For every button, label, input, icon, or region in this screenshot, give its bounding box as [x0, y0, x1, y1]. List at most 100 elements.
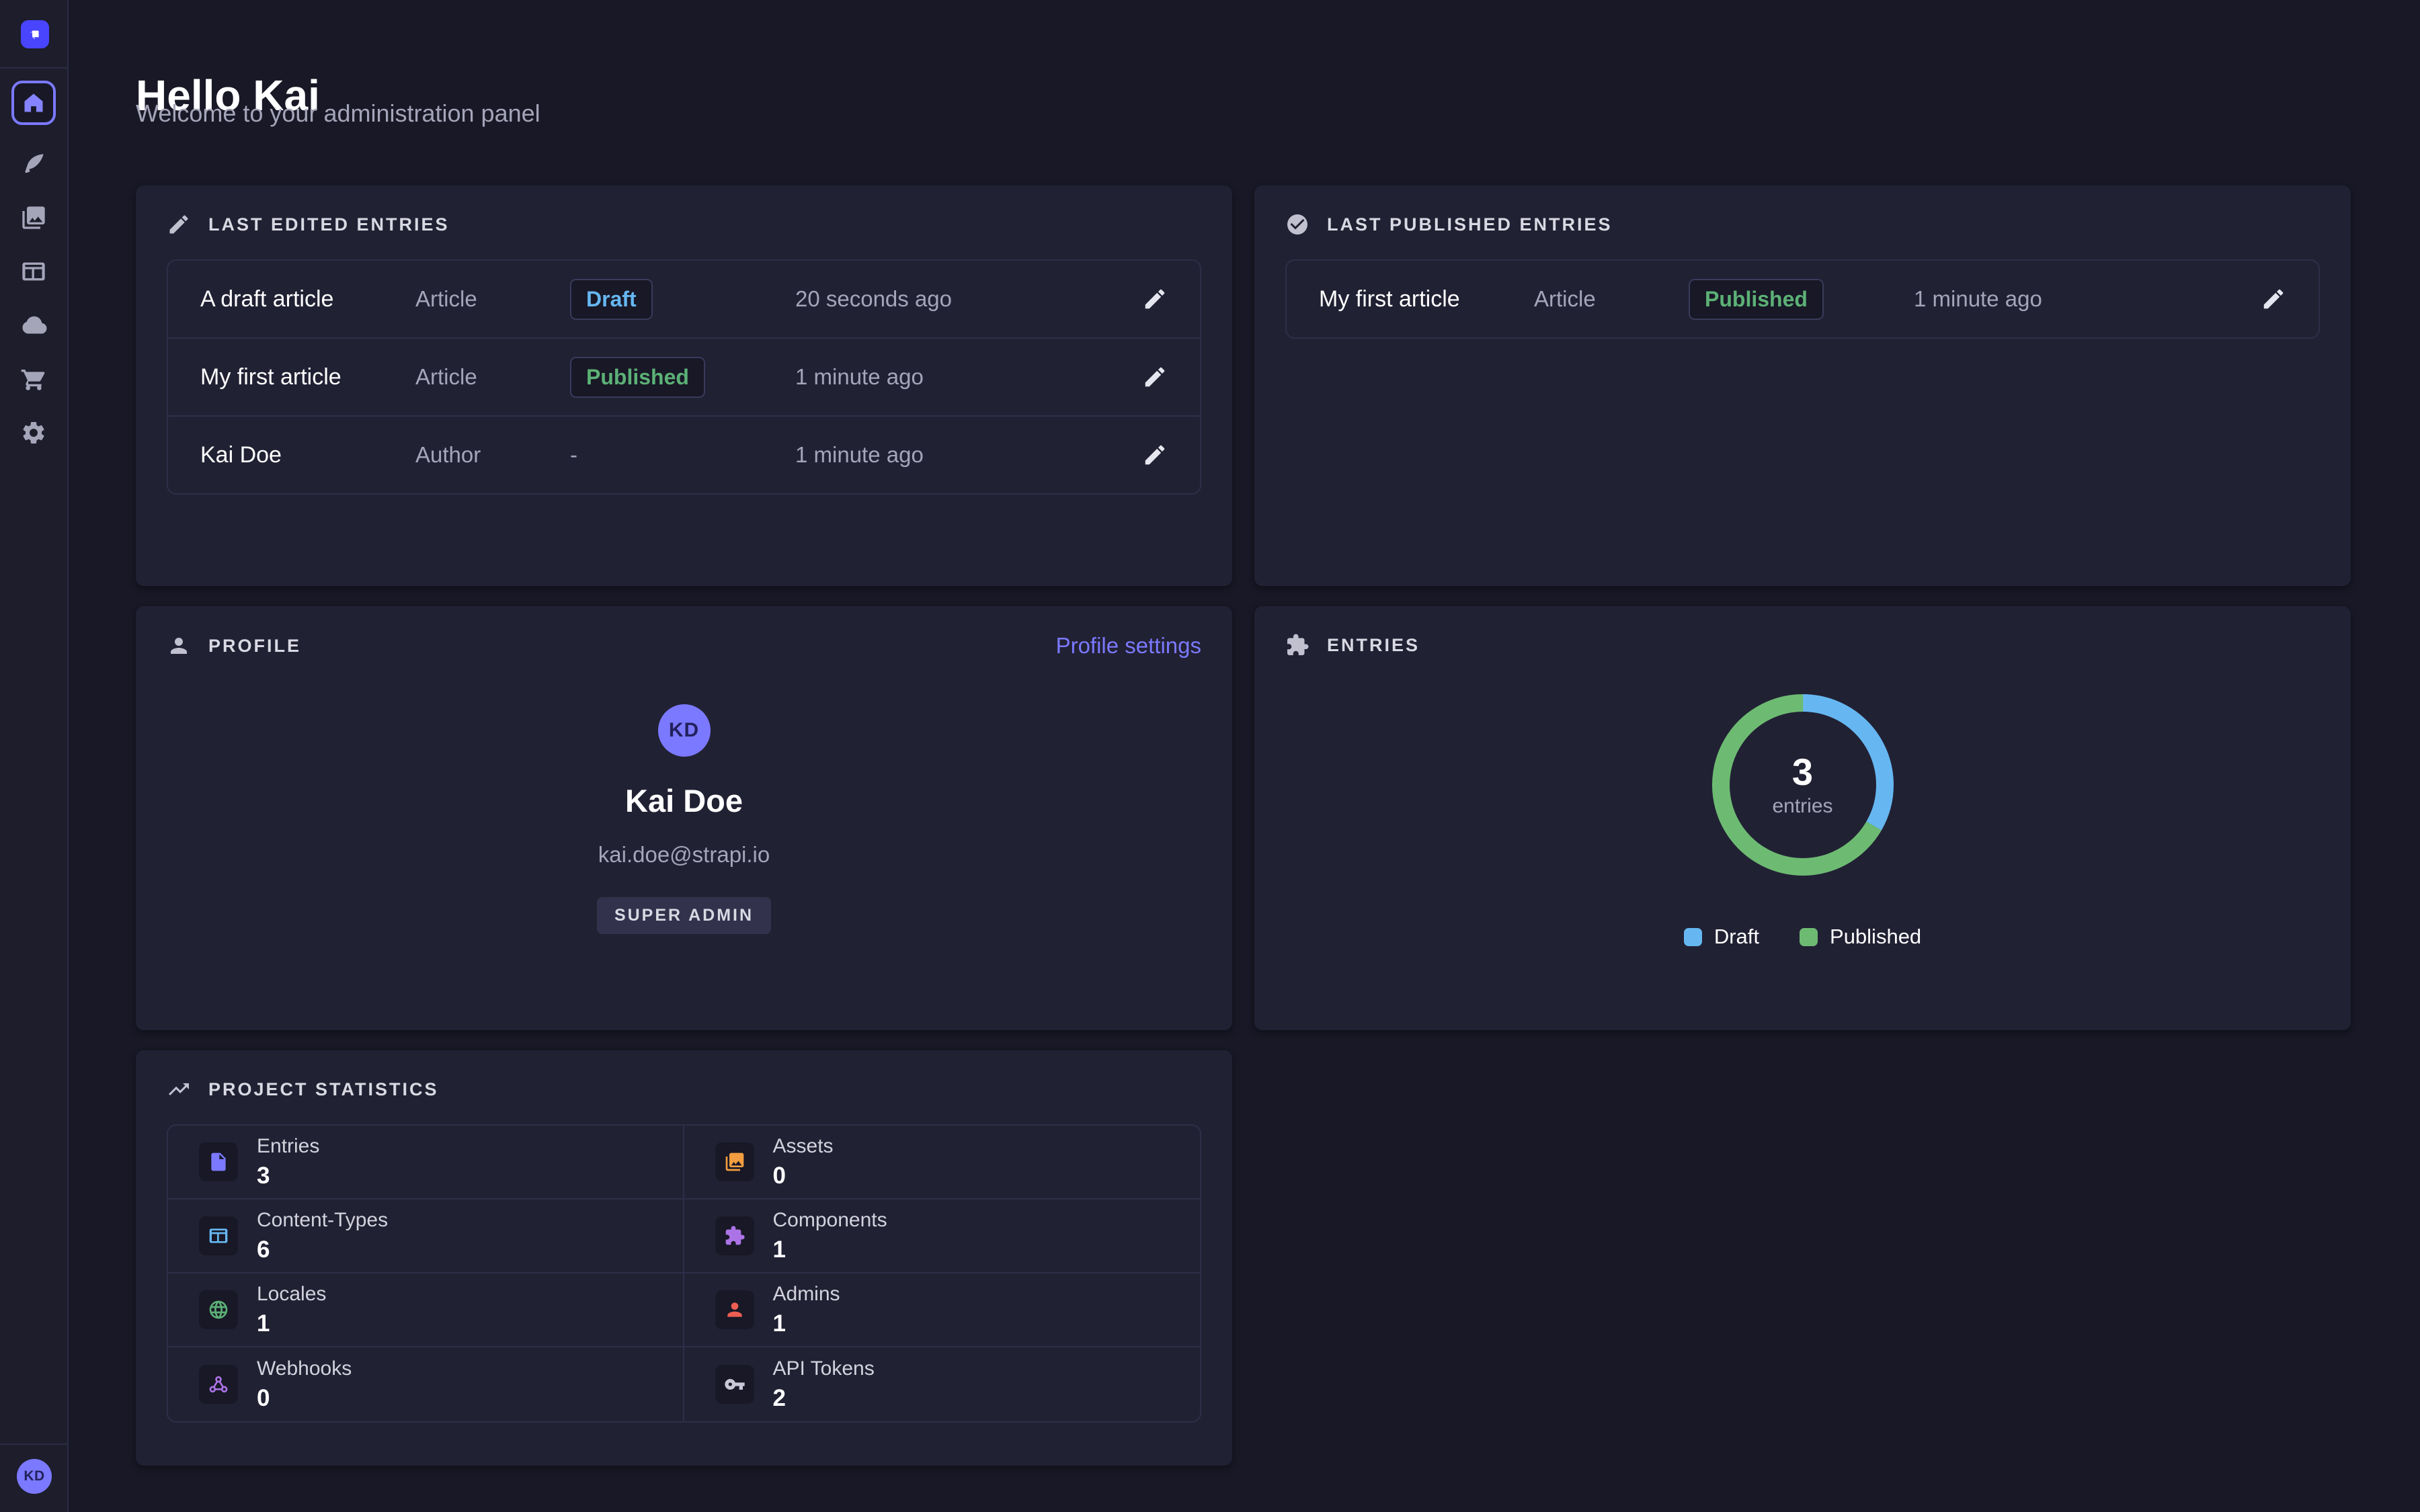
last-published-entries-card: LAST PUBLISHED ENTRIES My first article …: [1254, 185, 2351, 586]
role-badge: SUPER ADMIN: [597, 897, 771, 934]
stat-value: 0: [257, 1385, 352, 1412]
avatar: KD: [658, 704, 711, 757]
stat-api-tokens: API Tokens 2: [684, 1347, 1201, 1421]
entry-time: 1 minute ago: [1914, 286, 2253, 312]
card-title: LAST PUBLISHED ENTRIES: [1327, 214, 1613, 235]
sidebar-item-home[interactable]: [11, 81, 56, 125]
home-icon: [22, 91, 46, 115]
edit-entry-button[interactable]: [2261, 286, 2286, 312]
cart-icon: [20, 366, 47, 392]
layout-icon: [20, 258, 47, 285]
file-icon: [208, 1151, 229, 1173]
profile-settings-link[interactable]: Profile settings: [1056, 633, 1201, 659]
legend-label: Published: [1830, 925, 1921, 949]
last-published-table: My first article Article Published 1 min…: [1285, 259, 2320, 339]
user-icon: [724, 1299, 745, 1320]
stat-label: Entries: [257, 1135, 319, 1158]
entry-name: My first article: [1319, 286, 1534, 312]
layout-icon: [208, 1225, 229, 1247]
main-content: Hello Kai Welcome to your administration…: [69, 0, 2420, 1512]
stat-content-types: Content-Types 6: [168, 1200, 684, 1273]
entry-type: Article: [1534, 286, 1689, 312]
stat-value: 0: [773, 1163, 834, 1189]
images-icon: [724, 1151, 745, 1173]
strapi-logo-icon[interactable]: [21, 20, 49, 48]
profile-name: Kai Doe: [625, 782, 743, 819]
sidebar-item-content-type-builder[interactable]: [11, 257, 56, 286]
puzzle-icon: [724, 1225, 745, 1247]
sidebar-item-settings[interactable]: [11, 418, 56, 448]
chart-legend: Draft Published: [1684, 925, 1921, 949]
sidebar-item-marketplace[interactable]: [11, 364, 56, 394]
stat-label: Webhooks: [257, 1357, 352, 1380]
page-subtitle: Welcome to your administration panel: [136, 99, 540, 128]
sidebar-item-media-library[interactable]: [11, 203, 56, 233]
card-title: ENTRIES: [1327, 635, 1420, 656]
edit-entry-button[interactable]: [1142, 286, 1168, 312]
last-edited-entries-card: LAST EDITED ENTRIES A draft article Arti…: [136, 185, 1232, 586]
last-edited-table: A draft article Article Draft 20 seconds…: [167, 259, 1201, 495]
stat-value: 3: [257, 1163, 319, 1189]
stats-table: Entries 3 Assets 0: [167, 1124, 1201, 1423]
stat-components: Components 1: [684, 1200, 1201, 1273]
edit-entry-button[interactable]: [1142, 442, 1168, 468]
puzzle-icon: [1285, 633, 1309, 657]
stat-entries: Entries 3: [168, 1126, 684, 1200]
legend-label: Draft: [1714, 925, 1759, 949]
stat-label: Content-Types: [257, 1209, 388, 1232]
feather-icon: [20, 151, 47, 177]
sidebar-nav: [0, 69, 67, 448]
stat-value: 1: [773, 1310, 840, 1337]
profile-email: kai.doe@strapi.io: [598, 842, 770, 868]
stat-label: Assets: [773, 1135, 834, 1158]
draft-swatch: [1684, 928, 1702, 946]
legend-item-draft: Draft: [1684, 925, 1759, 949]
entry-name: My first article: [200, 364, 415, 390]
user-icon: [167, 634, 191, 658]
entry-name: A draft article: [200, 286, 415, 312]
stat-label: Components: [773, 1209, 887, 1232]
webhook-icon: [208, 1374, 229, 1395]
sidebar-item-content-manager[interactable]: [11, 149, 56, 179]
pencil-icon: [1142, 286, 1168, 312]
status-badge: Published: [1689, 279, 1824, 320]
card-title: PROFILE: [208, 636, 301, 657]
stat-value: 1: [773, 1236, 887, 1263]
globe-icon: [208, 1299, 229, 1320]
entries-donut-chart: 3 entries: [1702, 684, 1904, 886]
edit-entry-button[interactable]: [1142, 364, 1168, 390]
stat-value: 1: [257, 1310, 326, 1337]
stat-value: 6: [257, 1236, 388, 1263]
stat-label: Locales: [257, 1283, 326, 1306]
entry-time: 20 seconds ago: [795, 286, 1134, 312]
cloud-icon: [20, 312, 47, 339]
stat-assets: Assets 0: [684, 1126, 1201, 1200]
sidebar-user-avatar[interactable]: KD: [17, 1459, 52, 1494]
status-empty: -: [570, 442, 577, 467]
gear-icon: [20, 419, 47, 446]
media-library-icon: [20, 204, 47, 231]
card-title: LAST EDITED ENTRIES: [208, 214, 450, 235]
entry-name: Kai Doe: [200, 442, 415, 468]
table-row: Kai Doe Author - 1 minute ago: [168, 415, 1200, 493]
entry-time: 1 minute ago: [795, 442, 1134, 468]
entry-type: Article: [415, 364, 570, 390]
entry-type: Article: [415, 286, 570, 312]
status-badge: Published: [570, 357, 705, 398]
entries-total-label: entries: [1772, 796, 1832, 816]
stat-admins: Admins 1: [684, 1273, 1201, 1347]
sidebar-divider: [0, 1443, 67, 1445]
table-row: A draft article Article Draft 20 seconds…: [168, 261, 1200, 337]
stat-value: 2: [773, 1385, 875, 1412]
sidebar-item-deploy[interactable]: [11, 310, 56, 340]
key-icon: [724, 1374, 745, 1395]
entry-time: 1 minute ago: [795, 364, 1134, 390]
check-circle-icon: [1285, 212, 1309, 237]
entries-card: ENTRIES 3 entries Draft: [1254, 606, 2351, 1030]
entries-total: 3: [1792, 753, 1813, 791]
status-badge: Draft: [570, 279, 653, 320]
legend-item-published: Published: [1800, 925, 1921, 949]
card-title: PROJECT STATISTICS: [208, 1079, 439, 1100]
sidebar: KD: [0, 0, 69, 1512]
published-swatch: [1800, 928, 1818, 946]
